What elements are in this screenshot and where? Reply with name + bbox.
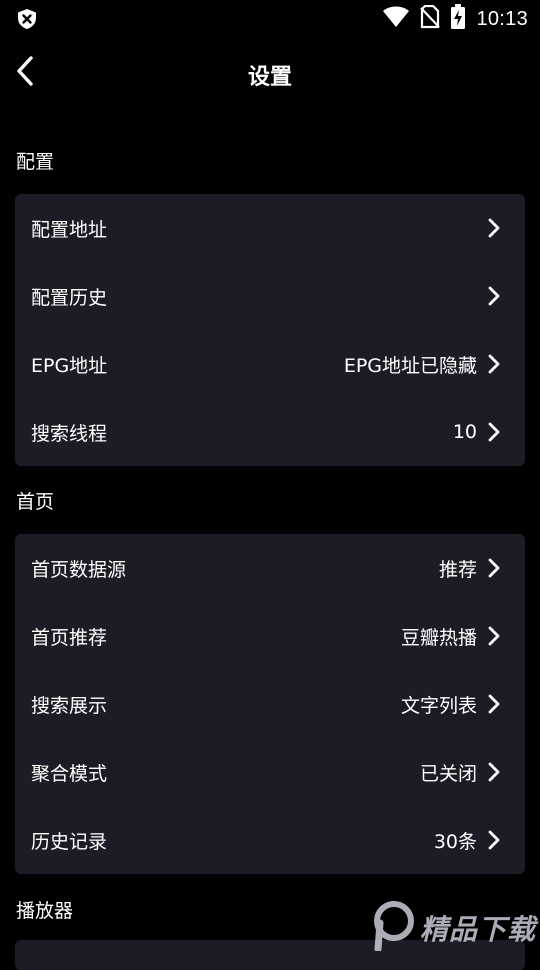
section-title-config: 配置 <box>16 151 55 173</box>
chevron-right-icon <box>487 422 501 442</box>
row-label: 搜索展示 <box>31 694 108 717</box>
row-label: 首页数据源 <box>31 558 127 581</box>
page-title: 设置 <box>247 65 292 90</box>
row-home-source[interactable]: 首页数据源 推荐 <box>15 534 525 602</box>
row-label: 配置地址 <box>31 218 108 241</box>
row-aggregate-mode[interactable]: 聚合模式 已关闭 <box>15 738 525 806</box>
settings-card-config: 配置地址 配置历史 EPG地址 EPG地址已隐藏 搜索线程 10 <box>15 194 525 466</box>
no-sim-icon <box>420 4 441 33</box>
wifi-icon <box>382 6 410 32</box>
row-value: EPG地址已隐藏 <box>343 354 477 377</box>
chevron-right-icon <box>487 558 501 578</box>
watermark-logo-icon <box>370 901 414 955</box>
row-label: 聚合模式 <box>31 762 108 785</box>
row-value: 推荐 <box>438 558 477 581</box>
title-bar: 设置 <box>0 48 540 98</box>
row-home-recommend[interactable]: 首页推荐 豆瓣热播 <box>15 602 525 670</box>
chevron-right-icon <box>487 218 501 238</box>
row-label: 首页推荐 <box>31 626 108 649</box>
row-epg-address[interactable]: EPG地址 EPG地址已隐藏 <box>15 330 525 398</box>
row-value: 文字列表 <box>400 694 477 717</box>
row-label: 配置历史 <box>31 286 108 309</box>
row-value: 豆瓣热播 <box>400 626 477 649</box>
row-config-history[interactable]: 配置历史 <box>15 262 525 330</box>
chevron-right-icon <box>487 354 501 374</box>
chevron-right-icon <box>487 694 501 714</box>
watermark: 精品下载 <box>370 900 540 956</box>
row-label: 历史记录 <box>31 830 108 853</box>
chevron-right-icon <box>487 626 501 646</box>
chevron-right-icon <box>487 830 501 850</box>
row-label: EPG地址 <box>31 354 108 377</box>
row-value: 已关闭 <box>419 762 477 785</box>
battery-charging-icon <box>450 4 466 34</box>
row-label: 搜索线程 <box>31 422 108 445</box>
row-value: 10 <box>452 421 477 443</box>
row-config-address[interactable]: 配置地址 <box>15 194 525 262</box>
row-search-display[interactable]: 搜索展示 文字列表 <box>15 670 525 738</box>
row-history-records[interactable]: 历史记录 30条 <box>15 806 525 874</box>
section-title-player: 播放器 <box>16 900 74 922</box>
status-bar: 10:13 <box>0 0 540 36</box>
chevron-right-icon <box>487 762 501 782</box>
status-time: 10:13 <box>476 7 528 30</box>
watermark-text: 精品下载 <box>420 913 537 946</box>
row-value: 30条 <box>433 830 477 853</box>
shield-x-icon <box>16 8 38 30</box>
chevron-right-icon <box>487 286 501 306</box>
settings-card-home: 首页数据源 推荐 首页推荐 豆瓣热播 搜索展示 文字列表 聚合模式 已关闭 历史… <box>15 534 525 874</box>
section-title-home: 首页 <box>16 491 55 513</box>
row-search-threads[interactable]: 搜索线程 10 <box>15 398 525 466</box>
